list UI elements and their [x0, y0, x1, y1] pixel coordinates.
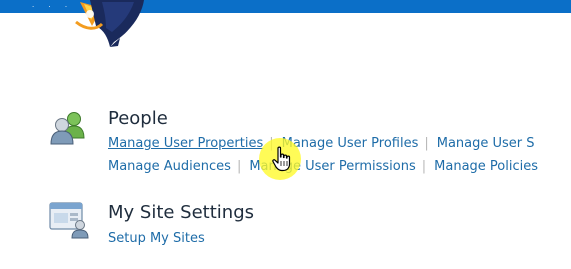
- manage-user-sub-types-link[interactable]: Manage User S: [437, 136, 535, 151]
- my-site-settings-title: My Site Settings: [108, 202, 255, 223]
- setup-my-sites-link[interactable]: Setup My Sites: [108, 231, 205, 246]
- link-separator: |: [421, 159, 427, 174]
- manage-user-profiles-link[interactable]: Manage User Profiles: [282, 136, 419, 151]
- manage-user-properties-link[interactable]: Manage User Properties: [108, 136, 263, 151]
- site-settings-icon: [49, 202, 89, 239]
- page: · · · People Manage User Properties | Mana…: [0, 0, 571, 269]
- rocket-icon[interactable]: [62, 0, 152, 48]
- manage-audiences-link[interactable]: Manage Audiences: [108, 159, 231, 174]
- my-site-settings-links: Setup My Sites: [108, 231, 205, 246]
- people-links-row-1: Manage User Properties | Manage User Profi…: [108, 136, 535, 151]
- manage-policies-link[interactable]: Manage Policies: [434, 159, 538, 174]
- link-separator: |: [236, 159, 242, 174]
- people-icon: [50, 112, 85, 145]
- link-separator: |: [424, 136, 429, 151]
- link-separator: |: [269, 136, 274, 151]
- people-title: People: [108, 108, 168, 129]
- manage-user-permissions-link[interactable]: Manage User Permissions: [249, 159, 415, 174]
- people-links-row-2: Manage Audiences | Manage User Permissions…: [108, 159, 538, 174]
